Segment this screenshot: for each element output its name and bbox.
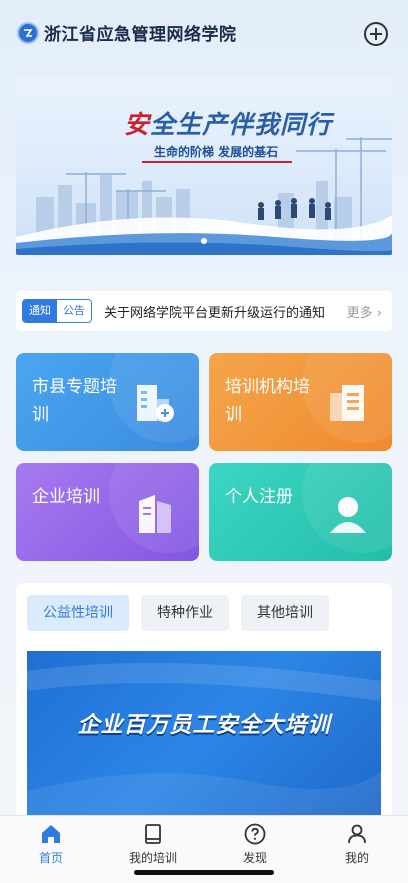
notice-text[interactable]: 关于网络学院平台更新升级运行的通知: [104, 302, 334, 321]
app-title: 浙江省应急管理网络学院: [44, 25, 237, 45]
tab-public-training[interactable]: 公益性培训: [27, 595, 129, 631]
office-building-icon: [330, 385, 364, 421]
nav-home[interactable]: 首页: [11, 822, 91, 866]
tile-institution-training[interactable]: 培训机构培训: [209, 353, 392, 451]
tile-label: 企业培训: [32, 487, 100, 507]
training-poster[interactable]: 企业百万员工安全大培训: [27, 651, 381, 823]
tile-label: 培训机构培训: [225, 377, 310, 425]
question-circle-icon: [244, 823, 266, 845]
banner-underline: [142, 161, 292, 163]
tile-label: 个人注册: [225, 487, 293, 507]
training-tabs: 公益性培训 特种作业 其他培训: [27, 595, 329, 631]
nav-label: 我的培训: [128, 851, 177, 865]
nav-label: 我的: [344, 851, 369, 865]
banner-carousel[interactable]: 安全生产伴我同行 生命的阶梯 发展的基石: [16, 77, 392, 255]
bottom-nav: 首页 我的培训 发现 我的: [0, 815, 408, 883]
notice-tag-primary: 通知: [23, 300, 57, 322]
banner-title-blue: 全生产伴我同行: [150, 110, 333, 139]
banner-title-red: 安: [124, 110, 151, 139]
header: 浙江省应急管理网络学院: [0, 0, 408, 68]
book-icon: [145, 824, 161, 844]
person-icon: [348, 824, 366, 844]
banner-subtitle: 生命的阶梯 发展的基石: [154, 145, 279, 159]
notice-tag: 通知 公告: [22, 299, 92, 323]
tile-city-county-training[interactable]: 市县专题培训: [16, 353, 199, 451]
home-icon: [42, 825, 60, 843]
nav-label: 首页: [38, 851, 63, 865]
carousel-indicator-dot[interactable]: [201, 238, 207, 244]
tab-special-operation[interactable]: 特种作业: [141, 595, 229, 631]
nav-my-training[interactable]: 我的培训: [113, 822, 193, 866]
tile-personal-register[interactable]: 个人注册: [209, 463, 392, 561]
notice-more-link[interactable]: 更多 ›: [347, 302, 382, 321]
notice-bar[interactable]: 通知 公告 关于网络学院平台更新升级运行的通知 更多 ›: [16, 291, 392, 331]
tile-label: 市县专题培训: [32, 377, 117, 425]
user-register-icon: [330, 497, 366, 533]
nav-discover[interactable]: 发现: [215, 822, 295, 866]
tile-enterprise-training[interactable]: 企业培训: [16, 463, 199, 561]
tab-other-training[interactable]: 其他培训: [241, 595, 329, 631]
home-indicator: [134, 870, 274, 875]
building-add-icon: [137, 385, 174, 422]
poster-title: 企业百万员工安全大培训: [77, 713, 331, 738]
enterprise-icon: [139, 495, 171, 533]
training-panel: 公益性培训 特种作业 其他培训 企业百万员工安全大培训: [16, 583, 392, 823]
academy-logo-icon: [17, 22, 39, 44]
notice-tag-secondary: 公告: [57, 300, 91, 322]
plus-circle-icon[interactable]: [364, 22, 388, 46]
nav-label: 发现: [242, 851, 267, 865]
nav-mine[interactable]: 我的: [317, 822, 397, 866]
banner-title: 安全生产伴我同行: [124, 105, 332, 141]
banner-illustration: [16, 137, 392, 255]
